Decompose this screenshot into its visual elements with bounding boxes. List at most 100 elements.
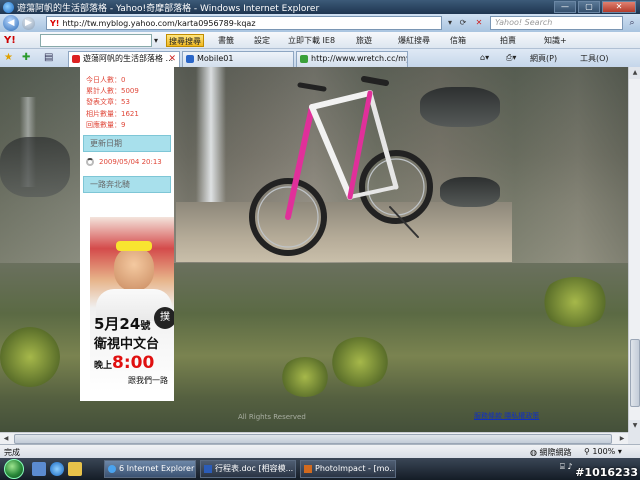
boulder — [440, 177, 500, 207]
quicklaunch-folder-icon[interactable] — [68, 462, 82, 476]
address-dropdown-icon[interactable]: ▾ — [443, 16, 457, 30]
search-placeholder: Yahoo! Search — [495, 18, 553, 27]
stop-icon[interactable]: ✕ — [472, 16, 486, 30]
vertical-scrollbar[interactable]: ▲ ▼ — [628, 67, 640, 432]
task-word-document[interactable]: 行程表.doc [相容模... — [200, 460, 296, 478]
toolbar-mail[interactable]: 信箱 — [450, 34, 466, 47]
volume-icon[interactable]: ♪ — [567, 462, 572, 471]
task-internet-explorer[interactable]: 6 Internet Explorer — [104, 460, 196, 478]
print-icon[interactable]: ⎙▾ — [506, 53, 516, 63]
scroll-down-icon[interactable]: ▼ — [629, 420, 640, 432]
toolbar-download-ie8[interactable]: 立即下載 IE8 — [288, 34, 335, 47]
yahoo-search-input[interactable] — [40, 34, 152, 47]
watermark: #1016233 — [575, 466, 638, 479]
yahoo-search-button[interactable]: 搜尋搜尋 — [166, 34, 204, 47]
scroll-corner — [628, 432, 640, 444]
close-icon[interactable]: ✕ — [602, 1, 636, 13]
arrow-right-icon: ▶ — [25, 17, 32, 28]
yahoo-search-dropdown-icon[interactable]: ▾ — [154, 34, 158, 47]
search-input[interactable]: Yahoo! Search — [490, 16, 623, 30]
toolbar-auction[interactable]: 拍賣 — [500, 34, 516, 47]
visitor-stats: 今日人數：0 累計人數：5009 發表文章：53 相片數量：1621 回應數量：… — [80, 67, 174, 131]
yahoo-toolbar: Y! ▾ 搜尋搜尋 書籤 設定 立即下載 IE8 旅遊 爆紅搜尋 信箱 拍賣 知… — [0, 32, 640, 49]
toolbar-travel[interactable]: 旅遊 — [356, 34, 372, 47]
toolbar-knowledge[interactable]: 知識+ — [544, 34, 567, 47]
window-title: 遊蕩阿帆的生活部落格 - Yahoo!奇摩部落格 - Windows Inter… — [17, 3, 320, 14]
task-label: 6 Internet Explorer — [119, 464, 195, 473]
horizontal-scroll-thumb[interactable] — [14, 434, 612, 444]
loading-icon — [86, 158, 94, 167]
start-button[interactable] — [4, 459, 24, 479]
home-icon[interactable]: ⌂▾ — [480, 53, 489, 62]
stat-articles: 發表文章：53 — [86, 98, 130, 107]
zoom-level: 100% — [592, 447, 616, 456]
search-icon[interactable]: ⌕ — [625, 16, 639, 30]
stat-total: 累計人數：5009 — [86, 87, 139, 96]
promo-date: 5月24號 — [94, 313, 150, 334]
favorites-star-icon[interactable]: ★ — [4, 52, 13, 63]
horizontal-scrollbar[interactable]: ◀ ▶ — [0, 432, 628, 444]
ie-task-icon — [108, 465, 116, 473]
address-toolbar: ◀ ▶ Y! http://tw.myblog.yahoo.com/karta0… — [0, 14, 640, 32]
word-task-icon — [204, 465, 212, 473]
zoom-control[interactable]: ⚲ 100% ▾ — [584, 447, 622, 456]
tab-wretch[interactable]: http://www.wretch.cc/my... — [296, 51, 408, 67]
toolbar-trending[interactable]: 爆紅搜尋 — [398, 34, 430, 47]
ie-logo-icon — [3, 1, 14, 13]
tab-mobile01[interactable]: Mobile01 — [182, 51, 294, 67]
stat-photos: 相片數量：1621 — [86, 109, 139, 118]
task-label: 行程表.doc [相容模... — [215, 464, 294, 473]
zone-indicator: ◍ 網際網路 — [530, 447, 572, 458]
page-menu[interactable]: 網頁(P) — [530, 53, 557, 64]
tv-promo-banner[interactable]: 撲 5月24號 衛視中文台 晚上8:00 跟我們一路 — [90, 217, 174, 392]
refresh-icon[interactable]: ⟳ — [456, 16, 470, 30]
mobile01-tab-icon — [186, 55, 194, 63]
footer-links[interactable]: 服務條款 隱私權政策 — [474, 411, 539, 421]
promo-tagline: 跟我們一路 — [128, 376, 168, 385]
globe-icon: ◍ — [530, 448, 537, 457]
add-favorites-icon[interactable]: ✚ — [22, 52, 30, 63]
arrow-left-icon: ◀ — [7, 18, 15, 28]
promo-person — [114, 247, 154, 291]
back-button[interactable]: ◀ — [3, 15, 19, 31]
promo-headband — [116, 241, 152, 251]
stat-replies: 回應數量：9 — [86, 120, 126, 129]
moss-patch — [0, 327, 60, 387]
task-photoimpact[interactable]: PhotoImpact - [mo... — [300, 460, 396, 478]
quicklaunch-ie-icon[interactable] — [50, 462, 64, 476]
promo-channel: 衛視中文台 — [94, 337, 160, 352]
address-url: http://tw.myblog.yahoo.com/karta0956789-… — [62, 18, 256, 28]
window-controls: — ▢ ✕ — [554, 1, 636, 13]
moss-patch — [330, 337, 390, 387]
yahoo-logo[interactable]: Y! — [4, 35, 40, 46]
moss-patch — [540, 277, 610, 327]
promo-header: 一路奔北騎 — [83, 176, 171, 194]
waterfall-upper — [196, 67, 226, 207]
tab-label: http://www.wretch.cc/my... — [311, 54, 408, 63]
maximize-icon[interactable]: ▢ — [578, 1, 600, 13]
address-input[interactable]: Y! http://tw.myblog.yahoo.com/karta09567… — [46, 16, 442, 30]
minimize-icon[interactable]: — — [554, 1, 576, 13]
update-date-row: 2009/05/04 20:13 — [80, 152, 174, 172]
footer-copyright: All Rights Reserved — [238, 413, 306, 421]
update-date-header: 更新日期 — [83, 135, 171, 153]
system-tray: ⌸ ♪ — [560, 462, 572, 472]
scroll-up-icon[interactable]: ▲ — [629, 67, 640, 79]
task-label: PhotoImpact - [mo... — [315, 464, 396, 473]
bicycle-image — [249, 76, 433, 256]
promo-time-prefix: 晚上 — [94, 361, 113, 371]
promo-seal: 撲 — [154, 307, 174, 329]
network-icon[interactable]: ⌸ — [560, 462, 565, 471]
tab-list-icon[interactable]: ▤ — [44, 52, 53, 63]
show-desktop-icon[interactable] — [32, 462, 46, 476]
forward-button[interactable]: ▶ — [22, 16, 35, 30]
tab-blog[interactable]: 遊蕩阿帆的生活部落格 ... ✕ — [68, 51, 180, 67]
page-content: 今日人數：0 累計人數：5009 發表文章：53 相片數量：1621 回應數量：… — [0, 67, 628, 432]
tools-menu[interactable]: 工具(O) — [580, 53, 609, 64]
toolbar-bookmarks[interactable]: 書籤 — [218, 34, 234, 47]
close-tab-icon[interactable]: ✕ — [168, 52, 176, 66]
vertical-scroll-thumb[interactable] — [630, 339, 640, 407]
toolbar-settings[interactable]: 設定 — [254, 34, 270, 47]
window-title-bar: 遊蕩阿帆的生活部落格 - Yahoo!奇摩部落格 - Windows Inter… — [0, 0, 640, 14]
promo-date-number: 5月24 — [94, 315, 141, 333]
